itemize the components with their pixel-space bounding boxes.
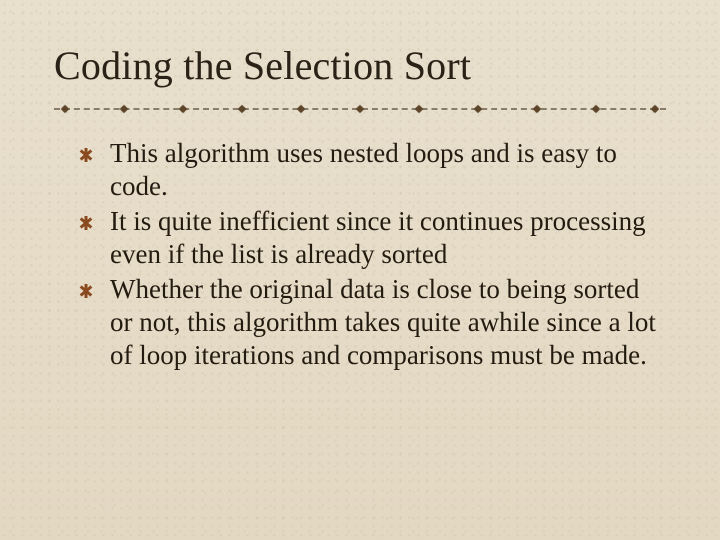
list-item: It is quite inefficient since it continu…	[86, 205, 666, 271]
bullet-text: This algorithm uses nested loops and is …	[110, 138, 617, 201]
asterisk-icon	[78, 283, 94, 299]
list-item: Whether the original data is close to be…	[86, 273, 666, 372]
asterisk-icon	[78, 147, 94, 163]
asterisk-icon	[78, 215, 94, 231]
bullet-list: This algorithm uses nested loops and is …	[54, 137, 666, 372]
bullet-text: It is quite inefficient since it continu…	[110, 206, 646, 269]
bullet-text: Whether the original data is close to be…	[110, 274, 656, 370]
title-divider	[54, 103, 666, 115]
slide-title: Coding the Selection Sort	[54, 42, 666, 89]
list-item: This algorithm uses nested loops and is …	[86, 137, 666, 203]
slide: Coding the Selection Sort This algorithm…	[0, 0, 720, 540]
